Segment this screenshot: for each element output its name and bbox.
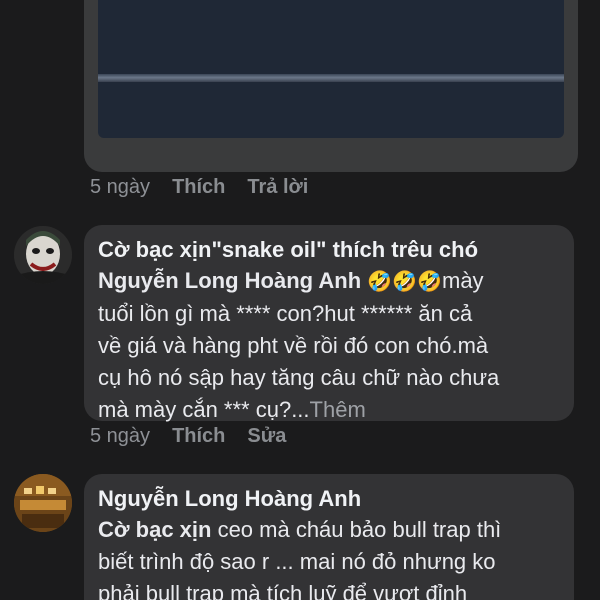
comment-actions: 5 ngày Thích Sửa — [90, 425, 286, 448]
comment-text: Cờ bạc xịn ceo mà cháu bảo bull trap thì… — [98, 514, 558, 600]
mention-link[interactable]: Nguyễn Long Hoàng Anh — [98, 268, 361, 293]
joker-avatar-icon — [14, 226, 72, 284]
comment-text-line: phải bull trap mà tích luỹ để vượt đỉnh — [98, 581, 468, 600]
reply-button[interactable]: Trả lời — [247, 176, 308, 199]
comment-text-line: tuổi lồn gì mà **** con?hut ****** ăn cả — [98, 301, 473, 326]
like-button[interactable]: Thích — [172, 425, 225, 448]
comment-author[interactable]: Cờ bạc xịn"snake oil" thích trêu chó — [98, 235, 558, 265]
comment-author[interactable]: Nguyễn Long Hoàng Anh — [98, 484, 558, 514]
comment-text-line: mà mày cắn *** cụ?... — [98, 397, 310, 422]
comments-page: 5 ngày Thích Trả lời Cờ bạc xịn"snake oi… — [0, 0, 600, 600]
room-avatar-icon — [14, 474, 72, 532]
comment-text-line: biết trình độ sao r ... mai nó đỏ nhưng … — [98, 549, 496, 574]
media-preview — [98, 0, 564, 138]
laughing-emoji-icon: 🤣🤣🤣 — [367, 271, 442, 293]
comment-text-line: về giá và hàng pht về rồi đó con chó.mà — [98, 333, 489, 358]
see-more-link[interactable]: Thêm — [310, 397, 366, 422]
edit-button[interactable]: Sửa — [247, 425, 286, 448]
comment-text-line: mày — [442, 268, 484, 293]
comment-text-line: ceo mà cháu bảo bull trap thì — [211, 517, 502, 542]
comment-actions-top: 5 ngày Thích Trả lời — [90, 176, 308, 199]
comment-bubble[interactable]: Nguyễn Long Hoàng Anh Cờ bạc xịn ceo mà … — [84, 474, 574, 600]
comment-text: Nguyễn Long Hoàng Anh 🤣🤣🤣mày tuổi lồn gì… — [98, 265, 558, 426]
mention-link[interactable]: Cờ bạc xịn — [98, 517, 211, 542]
like-button[interactable]: Thích — [172, 176, 225, 199]
avatar[interactable] — [14, 474, 72, 532]
avatar[interactable] — [14, 226, 72, 284]
comment-bubble[interactable]: Cờ bạc xịn"snake oil" thích trêu chó Ngu… — [84, 225, 574, 422]
media-line — [98, 74, 564, 82]
comment-time: 5 ngày — [90, 425, 151, 447]
media-attachment[interactable] — [84, 0, 578, 172]
comment-text-line: cụ hô nó sập hay tăng câu chữ nào chưa — [98, 365, 500, 390]
comment-time: 5 ngày — [90, 176, 151, 198]
